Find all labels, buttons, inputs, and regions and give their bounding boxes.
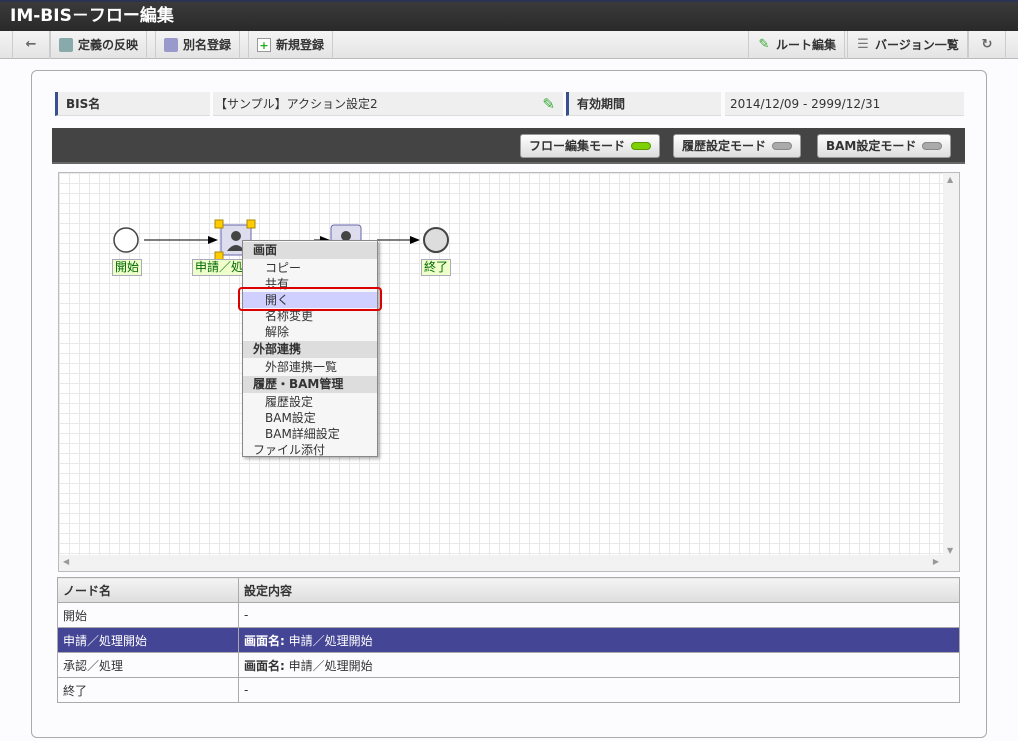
back-arrow-icon: ← xyxy=(25,37,37,52)
new-document-icon: + xyxy=(257,38,271,52)
route-edit-label: ルート編集 xyxy=(776,38,837,52)
reflect-definition-button[interactable]: 定義の反映 xyxy=(50,31,148,59)
mode-label: BAM設定モード xyxy=(826,139,917,153)
version-list-label: バージョン一覧 xyxy=(875,38,959,52)
mode-label: 履歴設定モード xyxy=(682,139,767,153)
settings-cell: 画面名: 申請／処理開始 xyxy=(238,627,960,653)
flow-edit-mode-button[interactable]: フロー編集モード xyxy=(520,134,661,158)
menu-header-external: 外部連携 xyxy=(243,341,377,358)
user-icon xyxy=(231,231,241,241)
save-edit-icon xyxy=(164,38,178,52)
status-led-icon xyxy=(922,142,943,150)
new-register-button[interactable]: + 新規登録 xyxy=(248,31,334,59)
history-mode-button[interactable]: 履歴設定モード xyxy=(673,134,802,158)
menu-item-copy[interactable]: コピー xyxy=(243,260,377,276)
reflect-label: 定義の反映 xyxy=(78,38,139,52)
refresh-icon: ↻ xyxy=(981,37,993,52)
version-list-button[interactable]: ☰ バージョン一覧 xyxy=(847,31,968,59)
list-icon: ☰ xyxy=(857,37,869,52)
table-row[interactable]: 終了 - xyxy=(57,677,960,703)
menu-item-attach-file[interactable]: ファイル添付 xyxy=(243,442,377,458)
flow-diagram xyxy=(113,219,449,261)
settings-cell: - xyxy=(238,677,960,703)
bis-name-label: BIS名 xyxy=(55,92,210,116)
status-led-icon xyxy=(772,142,793,150)
table-row[interactable]: 開始 - xyxy=(57,602,960,628)
menu-item-bam-settings[interactable]: BAM設定 xyxy=(243,410,377,426)
menu-header-history-bam: 履歴・BAM管理 xyxy=(243,376,377,393)
bam-mode-button[interactable]: BAM設定モード xyxy=(817,134,952,158)
column-header-node: ノード名 xyxy=(57,577,239,603)
menu-header-screen: 画面 xyxy=(243,242,377,259)
menu-item-history-settings[interactable]: 履歴設定 xyxy=(243,394,377,410)
alias-label: 別名登録 xyxy=(183,38,232,52)
mode-bar: フロー編集モード 履歴設定モード BAM設定モード xyxy=(52,128,965,164)
column-header-settings: 設定内容 xyxy=(238,577,960,603)
toolbar: ← 定義の反映 別名登録 + 新規登録 ✎ ルート編集 ☰ バージョン一覧 ↻ xyxy=(0,31,1018,59)
context-menu: 画面 コピー 共有 開く 名称変更 解除 外部連携 外部連携一覧 履歴・BAM管… xyxy=(242,240,378,457)
start-node-label: 開始 xyxy=(112,259,143,276)
node-name-cell: 申請／処理開始 xyxy=(57,627,239,653)
status-led-icon xyxy=(631,142,652,150)
back-button[interactable]: ← xyxy=(12,31,50,59)
route-edit-button[interactable]: ✎ ルート編集 xyxy=(748,31,846,59)
edit-pencil-icon[interactable]: ✎ xyxy=(542,92,555,116)
period-label: 有効期間 xyxy=(566,92,721,116)
flow-canvas[interactable]: 開始 申請／処理開始 終了 ▲▼ ◀▶ xyxy=(58,172,960,572)
node-name-cell: 終了 xyxy=(57,677,239,703)
menu-item-release[interactable]: 解除 xyxy=(243,324,377,340)
node-name-cell: 承認／処理 xyxy=(57,652,239,678)
table-row[interactable]: 承認／処理 画面名: 申請／処理開始 xyxy=(57,652,960,678)
start-node[interactable] xyxy=(113,227,139,253)
pencil-icon: ✎ xyxy=(758,37,770,52)
node-settings-table: ノード名 設定内容 開始 - 申請／処理開始 画面名: 申請／処理開始 承認／処理 画面… xyxy=(57,577,960,703)
highlight-box xyxy=(238,287,382,311)
vertical-scrollbar[interactable]: ▲ ▼ xyxy=(943,173,959,557)
settings-cell: 画面名: 申請／処理開始 xyxy=(238,652,960,678)
refresh-button[interactable]: ↻ xyxy=(968,31,1006,59)
new-label: 新規登録 xyxy=(276,38,325,52)
settings-cell: - xyxy=(238,602,960,628)
bis-name-text: 【サンプル】アクション設定2 xyxy=(215,97,378,111)
table-row-selected[interactable]: 申請／処理開始 画面名: 申請／処理開始 xyxy=(57,627,960,653)
period-value: 2014/12/09 - 2999/12/31 xyxy=(725,92,964,116)
server-sync-icon xyxy=(59,38,73,52)
menu-item-bam-detail[interactable]: BAM詳細設定 xyxy=(243,426,377,442)
node-name-cell: 開始 xyxy=(57,602,239,628)
alias-register-button[interactable]: 別名登録 xyxy=(155,31,241,59)
window-title: IM-BIS－フロー編集 xyxy=(0,0,1018,31)
end-node-label: 終了 xyxy=(421,259,452,276)
horizontal-scrollbar[interactable]: ◀ ▶ xyxy=(59,555,959,571)
bis-name-value: 【サンプル】アクション設定2 ✎ xyxy=(213,92,563,116)
menu-item-external-list[interactable]: 外部連携一覧 xyxy=(243,359,377,375)
mode-label: フロー編集モード xyxy=(529,139,626,153)
end-node[interactable] xyxy=(423,227,449,253)
